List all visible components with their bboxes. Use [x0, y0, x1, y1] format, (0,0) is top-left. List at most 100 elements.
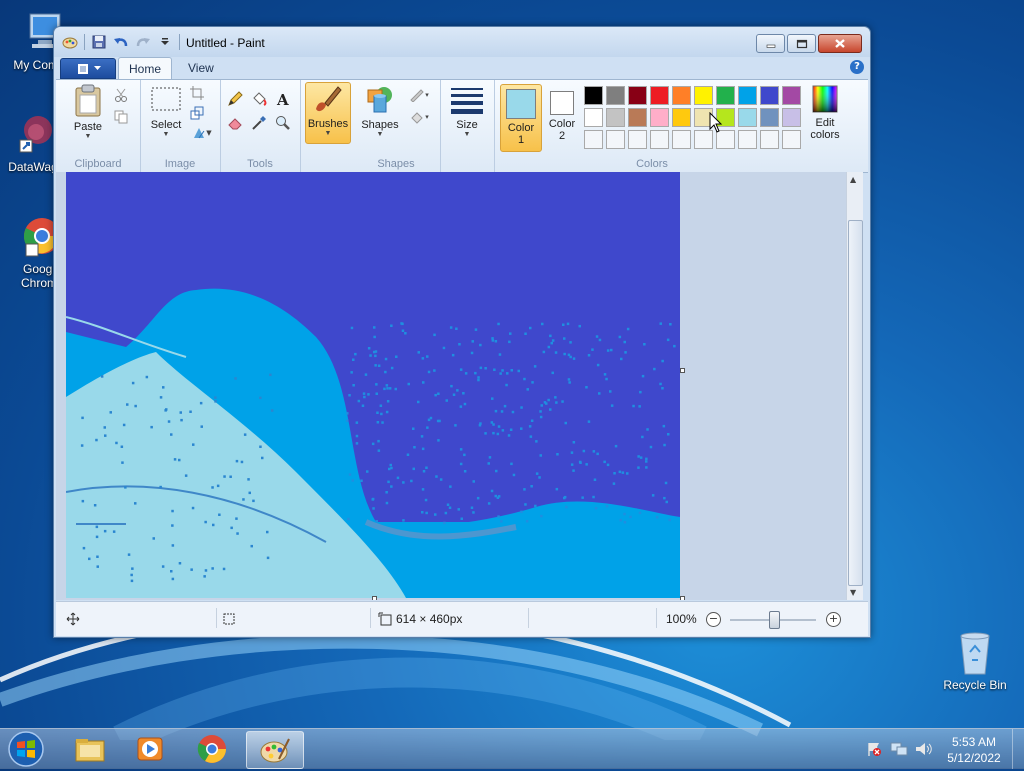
action-center-flag-icon[interactable]: [866, 741, 882, 757]
palette-color-swatch[interactable]: [716, 86, 735, 105]
resize-handle-corner[interactable]: [680, 596, 685, 600]
tab-view[interactable]: View: [178, 57, 224, 79]
palette-color-swatch[interactable]: [584, 108, 603, 127]
resize-icon[interactable]: [188, 104, 206, 122]
canvas-dot: [384, 357, 388, 361]
zoom-slider-thumb[interactable]: [768, 611, 780, 629]
taskbar-paint[interactable]: [246, 731, 304, 769]
palette-color-swatch[interactable]: [672, 86, 691, 105]
palette-custom-slot[interactable]: [606, 130, 625, 149]
color-picker-icon[interactable]: [250, 114, 268, 132]
zoom-in-button[interactable]: +: [826, 612, 841, 627]
size-group: Size ▼: [440, 80, 495, 172]
palette-color-swatch[interactable]: [760, 86, 779, 105]
palette-color-swatch[interactable]: [650, 86, 669, 105]
vertical-scrollbar[interactable]: ▲ ▼: [846, 172, 863, 600]
show-desktop-button[interactable]: [1012, 729, 1024, 769]
redo-icon[interactable]: [135, 34, 151, 50]
palette-color-swatch[interactable]: [738, 108, 757, 127]
color1-button[interactable]: Color 1: [500, 84, 542, 152]
scrollbar-thumb[interactable]: [848, 220, 863, 586]
scroll-up-icon[interactable]: ▲: [850, 175, 856, 184]
close-button[interactable]: [818, 34, 862, 53]
palette-color-swatch[interactable]: [782, 86, 801, 105]
scroll-down-icon[interactable]: ▼: [850, 588, 856, 597]
canvas-dot: [364, 373, 368, 376]
fill-button[interactable]: ▾: [406, 108, 432, 126]
brushes-button[interactable]: Brushes ▼: [305, 82, 351, 144]
taskbar-chrome[interactable]: [184, 731, 240, 767]
maximize-button[interactable]: [787, 34, 816, 53]
palette-color-swatch[interactable]: [606, 86, 625, 105]
save-icon[interactable]: [91, 34, 107, 50]
crop-icon[interactable]: [188, 84, 206, 102]
palette-color-swatch[interactable]: [606, 108, 625, 127]
start-button[interactable]: [4, 730, 48, 768]
canvas-dot: [390, 324, 393, 327]
desktop-icon-recycle-bin[interactable]: Recycle Bin: [936, 630, 1014, 692]
canvas-dot: [496, 432, 500, 436]
eraser-icon[interactable]: [226, 114, 244, 132]
resize-handle-right[interactable]: [680, 368, 685, 373]
palette-color-swatch[interactable]: [672, 108, 691, 127]
rotate-button[interactable]: ▼: [188, 124, 216, 142]
palette-color-swatch[interactable]: [650, 108, 669, 127]
help-icon[interactable]: ?: [850, 60, 864, 74]
palette-custom-slot[interactable]: [650, 130, 669, 149]
canvas-dot: [134, 404, 137, 408]
brushes-group: Brushes ▼: [300, 80, 352, 172]
text-icon[interactable]: A: [274, 90, 292, 108]
palette-custom-slot[interactable]: [782, 130, 801, 149]
edit-colors-button[interactable]: Edit colors: [804, 84, 846, 141]
magnifier-icon[interactable]: [274, 114, 292, 132]
canvas-dot: [479, 343, 482, 347]
palette-custom-slot[interactable]: [738, 130, 757, 149]
cut-icon[interactable]: [112, 86, 130, 104]
zoom-out-button[interactable]: −: [706, 612, 721, 627]
canvas-dot: [570, 451, 574, 454]
palette-color-swatch[interactable]: [584, 86, 603, 105]
fill-bucket-icon[interactable]: [250, 90, 268, 108]
canvas-dot: [561, 400, 564, 403]
outline-button[interactable]: ▾: [406, 86, 432, 104]
taskbar-explorer[interactable]: [62, 731, 118, 767]
palette-color-swatch[interactable]: [782, 108, 801, 127]
palette-color-swatch[interactable]: [760, 108, 779, 127]
customize-qat-icon[interactable]: [157, 34, 173, 50]
size-button[interactable]: Size ▼: [446, 84, 488, 138]
select-button[interactable]: Select ▼: [146, 84, 186, 138]
palette-color-swatch[interactable]: [628, 86, 647, 105]
network-icon[interactable]: [890, 741, 908, 757]
resize-handle-bottom[interactable]: [372, 596, 377, 600]
palette-color-swatch[interactable]: [694, 86, 713, 105]
taskbar-clock[interactable]: 5:53 AM 5/12/2022: [942, 734, 1006, 766]
shapes-button[interactable]: Shapes ▼: [358, 84, 402, 138]
drawing-canvas[interactable]: [66, 172, 680, 598]
canvas-dot: [659, 322, 662, 325]
palette-color-swatch[interactable]: [628, 108, 647, 127]
canvas-dot: [457, 508, 460, 511]
canvas-dot: [390, 366, 394, 370]
minimize-button[interactable]: [756, 34, 785, 53]
size-label: Size: [456, 119, 478, 131]
undo-icon[interactable]: [113, 34, 129, 50]
canvas-dot: [479, 366, 483, 370]
volume-icon[interactable]: [914, 741, 932, 757]
status-divider: [216, 608, 217, 628]
canvas-dot: [495, 469, 498, 473]
title-bar[interactable]: Untitled - Paint: [54, 27, 870, 57]
color2-button[interactable]: Color 2: [542, 84, 582, 150]
palette-color-swatch[interactable]: [738, 86, 757, 105]
taskbar-media-player[interactable]: [122, 731, 178, 767]
copy-icon[interactable]: [112, 108, 130, 126]
paste-button[interactable]: Paste ▼: [66, 84, 110, 140]
palette-custom-slot[interactable]: [584, 130, 603, 149]
canvas-dot: [539, 410, 542, 413]
canvas-dot: [250, 544, 253, 548]
file-menu-button[interactable]: [60, 58, 116, 79]
palette-custom-slot[interactable]: [672, 130, 691, 149]
tab-home[interactable]: Home: [118, 57, 173, 80]
pencil-icon[interactable]: [226, 90, 244, 108]
palette-custom-slot[interactable]: [628, 130, 647, 149]
palette-custom-slot[interactable]: [760, 130, 779, 149]
